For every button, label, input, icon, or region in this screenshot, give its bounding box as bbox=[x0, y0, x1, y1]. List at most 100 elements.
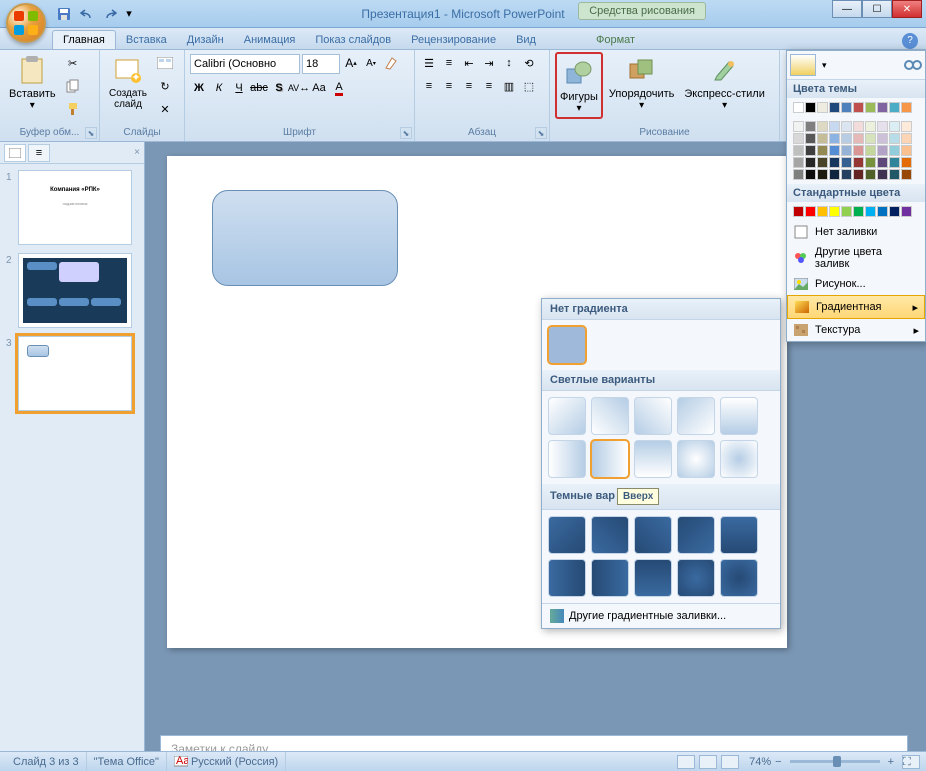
tab-review[interactable]: Рецензирование bbox=[401, 31, 506, 49]
more-colors-item[interactable]: Другие цвета заливк bbox=[787, 243, 925, 273]
theme-tint-1-7[interactable] bbox=[877, 133, 888, 144]
no-gradient-swatch[interactable] bbox=[548, 326, 586, 364]
tab-design[interactable]: Дизайн bbox=[177, 31, 234, 49]
format-painter-icon[interactable] bbox=[62, 98, 84, 120]
panel-close-icon[interactable]: × bbox=[134, 147, 140, 158]
theme-tint-4-0[interactable] bbox=[793, 169, 804, 180]
help-icon[interactable]: ? bbox=[902, 33, 918, 49]
align-right-icon[interactable]: ≡ bbox=[460, 77, 478, 95]
dark-gradient-5[interactable] bbox=[548, 559, 586, 597]
bold-icon[interactable]: Ж bbox=[190, 79, 208, 97]
theme-tint-2-4[interactable] bbox=[841, 145, 852, 156]
light-gradient-7[interactable] bbox=[634, 440, 672, 478]
delete-slide-icon[interactable]: ✕ bbox=[153, 98, 177, 120]
fit-view-icon[interactable]: ⛶ bbox=[902, 755, 920, 769]
status-lang[interactable]: AaРусский (Россия) bbox=[167, 752, 286, 771]
theme-tint-0-2[interactable] bbox=[817, 121, 828, 132]
theme-tint-0-4[interactable] bbox=[841, 121, 852, 132]
theme-tint-3-4[interactable] bbox=[841, 157, 852, 168]
light-gradient-4[interactable] bbox=[720, 397, 758, 435]
theme-tint-4-3[interactable] bbox=[829, 169, 840, 180]
standard-color-6[interactable] bbox=[865, 206, 876, 217]
paste-button[interactable]: Вставить▾ bbox=[5, 52, 60, 113]
indent-inc-icon[interactable]: ⇥ bbox=[480, 54, 498, 72]
theme-tint-2-8[interactable] bbox=[889, 145, 900, 156]
columns-icon[interactable]: ▥ bbox=[500, 77, 518, 95]
theme-color-0[interactable] bbox=[793, 102, 804, 113]
align-left-icon[interactable]: ≡ bbox=[420, 77, 438, 95]
theme-tint-1-4[interactable] bbox=[841, 133, 852, 144]
bullets-icon[interactable]: ☰ bbox=[420, 54, 438, 72]
light-gradient-2[interactable] bbox=[634, 397, 672, 435]
light-gradient-0[interactable] bbox=[548, 397, 586, 435]
font-launcher-icon[interactable]: ⬊ bbox=[400, 127, 412, 139]
standard-color-8[interactable] bbox=[889, 206, 900, 217]
close-button[interactable]: ✕ bbox=[892, 0, 922, 18]
theme-tint-3-9[interactable] bbox=[901, 157, 912, 168]
underline-icon[interactable]: Ч bbox=[230, 79, 248, 97]
theme-tint-4-7[interactable] bbox=[877, 169, 888, 180]
theme-color-3[interactable] bbox=[829, 102, 840, 113]
smartart-icon[interactable]: ⬚ bbox=[520, 77, 538, 95]
tab-insert[interactable]: Вставка bbox=[116, 31, 177, 49]
texture-fill-item[interactable]: Текстура▸ bbox=[787, 319, 925, 341]
standard-color-9[interactable] bbox=[901, 206, 912, 217]
minimize-button[interactable]: — bbox=[832, 0, 862, 18]
spacing-icon[interactable]: AV↔ bbox=[290, 79, 308, 97]
slide-thumb-1[interactable]: Компания «РПК» подзаголовок bbox=[18, 170, 132, 245]
light-gradient-5[interactable] bbox=[548, 440, 586, 478]
theme-tint-3-3[interactable] bbox=[829, 157, 840, 168]
sorter-view-icon[interactable] bbox=[699, 755, 717, 769]
reset-icon[interactable]: ↻ bbox=[153, 75, 177, 97]
theme-tint-4-5[interactable] bbox=[853, 169, 864, 180]
theme-tint-3-5[interactable] bbox=[853, 157, 864, 168]
tab-slideshow[interactable]: Показ слайдов bbox=[305, 31, 401, 49]
light-gradient-3[interactable] bbox=[677, 397, 715, 435]
font-name-combo[interactable] bbox=[190, 54, 300, 74]
cut-icon[interactable]: ✂ bbox=[62, 52, 84, 74]
theme-color-4[interactable] bbox=[841, 102, 852, 113]
indent-dec-icon[interactable]: ⇤ bbox=[460, 54, 478, 72]
undo-icon[interactable] bbox=[77, 4, 97, 24]
theme-tint-0-5[interactable] bbox=[853, 121, 864, 132]
standard-color-1[interactable] bbox=[805, 206, 816, 217]
picture-fill-item[interactable]: Рисунок... bbox=[787, 273, 925, 295]
dark-gradient-9[interactable] bbox=[720, 559, 758, 597]
standard-color-4[interactable] bbox=[841, 206, 852, 217]
arrange-button[interactable]: Упорядочить▾ bbox=[605, 52, 678, 113]
theme-tint-0-8[interactable] bbox=[889, 121, 900, 132]
theme-tint-1-6[interactable] bbox=[865, 133, 876, 144]
theme-color-9[interactable] bbox=[901, 102, 912, 113]
layout-icon[interactable] bbox=[153, 52, 177, 74]
theme-tint-0-3[interactable] bbox=[829, 121, 840, 132]
theme-color-8[interactable] bbox=[889, 102, 900, 113]
binoculars-icon[interactable] bbox=[904, 58, 922, 72]
copy-icon[interactable] bbox=[62, 75, 84, 97]
normal-view-icon[interactable] bbox=[677, 755, 695, 769]
outline-tab-icon[interactable]: ≡ bbox=[28, 144, 50, 162]
maximize-button[interactable]: ☐ bbox=[862, 0, 892, 18]
theme-tint-0-7[interactable] bbox=[877, 121, 888, 132]
theme-tint-4-8[interactable] bbox=[889, 169, 900, 180]
theme-tint-1-3[interactable] bbox=[829, 133, 840, 144]
new-slide-button[interactable]: ✦ Создать слайд bbox=[105, 52, 151, 112]
align-center-icon[interactable]: ≡ bbox=[440, 77, 458, 95]
dark-gradient-7[interactable] bbox=[634, 559, 672, 597]
theme-tint-2-0[interactable] bbox=[793, 145, 804, 156]
light-gradient-9[interactable] bbox=[720, 440, 758, 478]
no-fill-item[interactable]: Нет заливки bbox=[787, 221, 925, 243]
theme-color-5[interactable] bbox=[853, 102, 864, 113]
standard-color-0[interactable] bbox=[793, 206, 804, 217]
zoom-out-icon[interactable]: − bbox=[775, 756, 781, 768]
dark-gradient-8[interactable] bbox=[677, 559, 715, 597]
theme-tint-2-6[interactable] bbox=[865, 145, 876, 156]
fill-indicator-icon[interactable] bbox=[790, 54, 816, 76]
theme-tint-1-8[interactable] bbox=[889, 133, 900, 144]
dark-gradient-1[interactable] bbox=[591, 516, 629, 554]
theme-tint-2-9[interactable] bbox=[901, 145, 912, 156]
light-gradient-1[interactable] bbox=[591, 397, 629, 435]
theme-tint-1-1[interactable] bbox=[805, 133, 816, 144]
theme-tint-1-9[interactable] bbox=[901, 133, 912, 144]
theme-tint-0-1[interactable] bbox=[805, 121, 816, 132]
dark-gradient-6[interactable] bbox=[591, 559, 629, 597]
